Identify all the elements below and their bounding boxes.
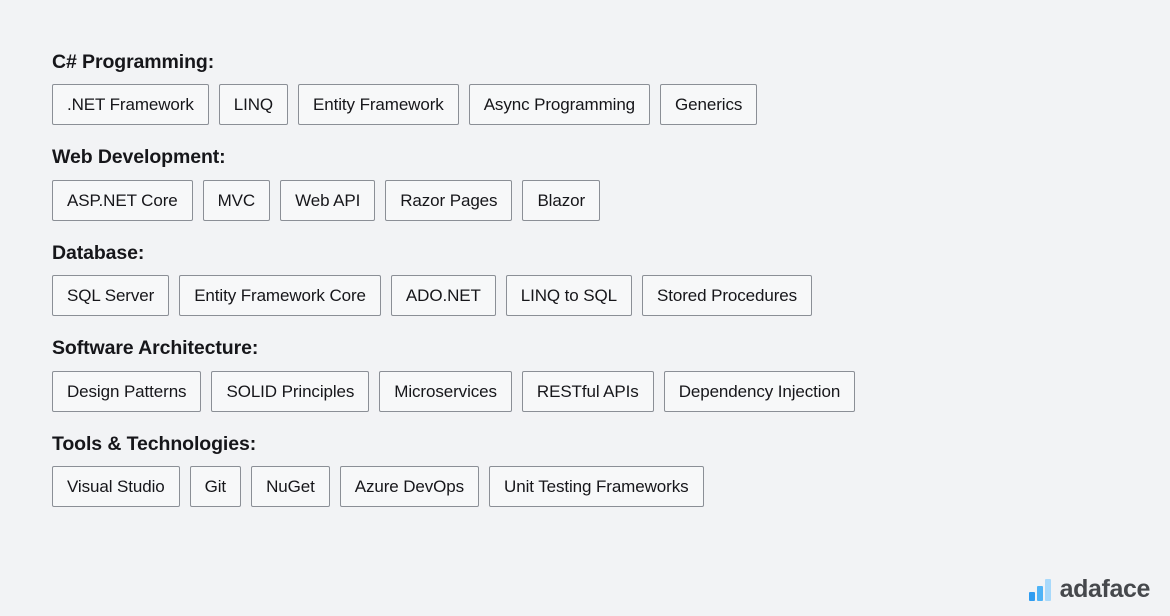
skill-tag[interactable]: Entity Framework [298, 84, 459, 126]
section-heading: Tools & Technologies: [52, 432, 257, 455]
adaface-logo: adaface [1028, 575, 1151, 603]
tag-row: SQL Server Entity Framework Core ADO.NET LI… [52, 275, 1112, 317]
skill-section: Database: SQL Server Entity Framework Core… [52, 241, 1112, 317]
skill-section: Web Development: ASP.NET Core MVC Web API Ra… [52, 146, 1112, 221]
skill-tag[interactable]: LINQ [218, 84, 289, 126]
skills-board: C# Programming: .NET Framework LINQ Entity … [52, 51, 1112, 508]
skill-tag[interactable]: Entity Framework Core [179, 275, 381, 317]
tag-row: .NET Framework LINQ Entity Framework Async … [52, 84, 1112, 126]
skill-tag[interactable]: Blazor [522, 179, 601, 221]
skill-tag[interactable]: RESTful APIs [521, 370, 654, 412]
skill-tag[interactable]: LINQ to SQL [505, 275, 632, 317]
skill-tag[interactable]: NuGet [251, 466, 330, 508]
skill-section: Tools & Technologies: Visual Studio Git NuG… [52, 432, 1112, 508]
section-heading: Software Architecture: [52, 337, 259, 360]
bar-chart-bar-2 [1036, 585, 1043, 601]
skill-tag[interactable]: Dependency Injection [663, 370, 856, 412]
tag-row: Design Patterns SOLID Principles Microserv… [52, 370, 1112, 412]
skill-tag[interactable]: Visual Studio [52, 466, 180, 508]
section-heading: Database: [52, 241, 145, 264]
skill-tag[interactable]: Azure DevOps [339, 466, 480, 508]
skill-tag[interactable]: SOLID Principles [211, 370, 370, 412]
skill-tag[interactable]: Git [189, 466, 242, 508]
bar-chart-bar-3 [1044, 578, 1051, 601]
skill-section: Software Architecture: Design Patterns SOL… [52, 337, 1112, 412]
brand-name: adaface [1059, 575, 1151, 603]
skill-tag[interactable]: Microservices [379, 370, 512, 412]
skill-tag[interactable]: ASP.NET Core [52, 179, 193, 221]
section-heading: Web Development: [52, 146, 226, 169]
skill-section: C# Programming: .NET Framework LINQ Entity … [52, 51, 1112, 126]
tag-row: Visual Studio Git NuGet Azure DevOps Unit Te… [52, 466, 1112, 508]
skill-tag[interactable]: .NET Framework [52, 84, 209, 126]
skill-tag[interactable]: ADO.NET [390, 275, 496, 317]
skill-tag[interactable]: Web API [280, 179, 376, 221]
skill-tag[interactable]: SQL Server [52, 275, 170, 317]
skill-tag[interactable]: Design Patterns [52, 370, 202, 412]
bar-chart-icon [1028, 578, 1051, 601]
skill-tag[interactable]: Async Programming [468, 84, 651, 126]
skill-tag[interactable]: Razor Pages [385, 179, 513, 221]
skill-tag[interactable]: Generics [660, 84, 758, 126]
section-heading: C# Programming: [52, 51, 215, 73]
tag-row: ASP.NET Core MVC Web API Razor Pages Blazor [52, 179, 1112, 221]
skill-tag[interactable]: Unit Testing Frameworks [489, 466, 704, 508]
skill-tag[interactable]: Stored Procedures [642, 275, 813, 317]
skill-tag[interactable]: MVC [202, 179, 271, 221]
bar-chart-bar-1 [1028, 591, 1035, 601]
